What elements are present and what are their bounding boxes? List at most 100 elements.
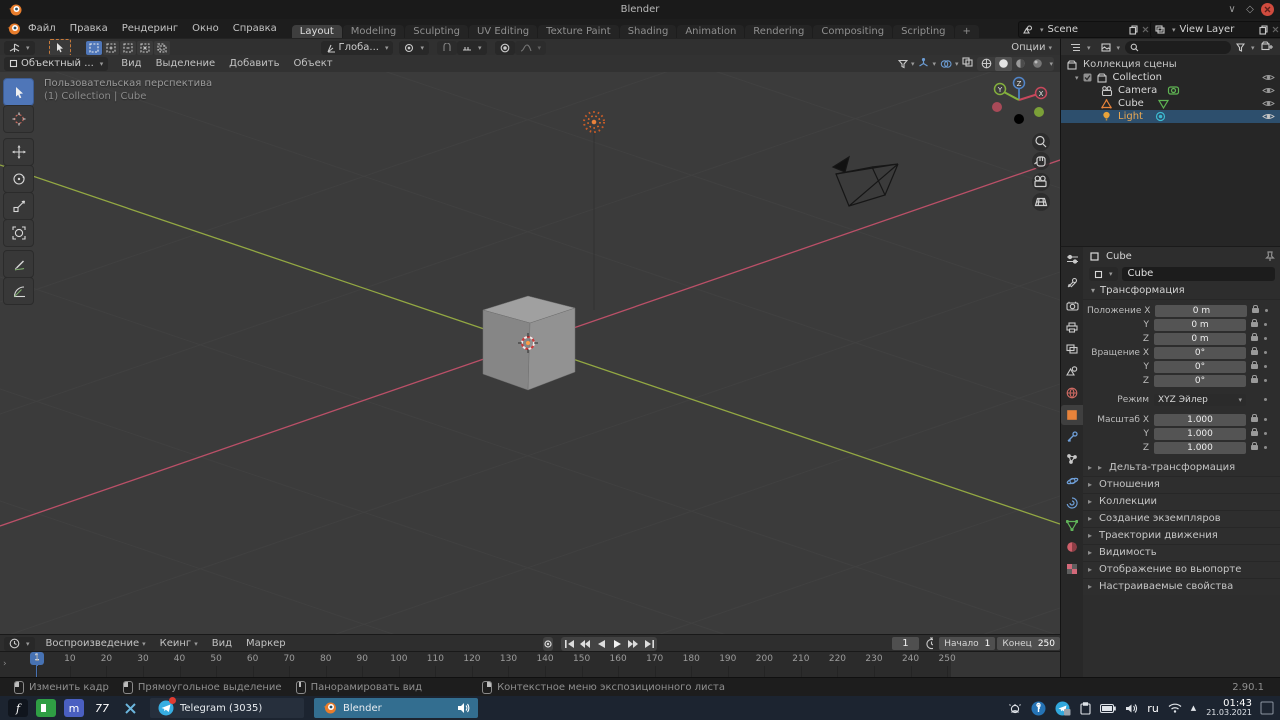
object-name-field[interactable]: Cube	[1121, 267, 1275, 281]
animate-dot[interactable]	[1264, 365, 1267, 368]
outliner-display-mode-dropdown[interactable]: ▾	[1065, 41, 1096, 55]
collapsed-panel-header[interactable]: Отображение во вьюпорте	[1083, 561, 1280, 578]
prev-keyframe-button[interactable]	[577, 637, 593, 651]
close-button[interactable]	[1261, 3, 1274, 16]
proportional-editing-button[interactable]	[494, 40, 515, 55]
animate-dot[interactable]	[1264, 351, 1267, 354]
taskbar-blender-button[interactable]: Blender	[314, 698, 478, 718]
editor-type-button[interactable]: ▾	[4, 40, 35, 55]
next-keyframe-button[interactable]	[625, 637, 641, 651]
timeline-menu-marker[interactable]: Маркер	[239, 638, 293, 649]
property-value-field[interactable]: 1.000	[1154, 427, 1246, 440]
current-frame-field[interactable]: 1	[892, 637, 919, 650]
collapsed-panel-header[interactable]: Создание экземпляров	[1083, 510, 1280, 527]
lock-icon[interactable]	[1251, 375, 1258, 383]
camera-object[interactable]	[831, 155, 899, 207]
lock-icon[interactable]	[1251, 333, 1258, 341]
timeline-editor-type-button[interactable]: ▾	[4, 636, 35, 651]
options-dropdown[interactable]: Опции ▾	[1011, 42, 1052, 53]
minimize-button[interactable]: ∨	[1225, 4, 1239, 15]
interaction-mode-dropdown[interactable]: Объектный ... ▾	[4, 56, 109, 71]
collapsed-panel-header[interactable]: Коллекции	[1083, 493, 1280, 510]
app-icon-f[interactable]: f	[8, 699, 28, 717]
tab-physics[interactable]	[1061, 471, 1083, 491]
proportional-falloff-dropdown[interactable]: ▾	[514, 40, 547, 55]
tray-clipboard-icon[interactable]	[1080, 701, 1091, 715]
tray-alarm-icon[interactable]	[1008, 702, 1022, 715]
new-view-layer-icon[interactable]	[1259, 24, 1268, 35]
property-value-field[interactable]: 0°	[1154, 346, 1246, 359]
panel-expand-arrow[interactable]: ›	[3, 659, 7, 669]
overlays-dropdown[interactable]: ▾	[940, 59, 958, 69]
lock-icon[interactable]	[1251, 347, 1258, 355]
maximize-button[interactable]: ◇	[1243, 4, 1257, 15]
tool-move[interactable]	[3, 138, 34, 166]
collection-checkbox[interactable]	[1083, 73, 1092, 82]
tray-key-icon[interactable]	[1031, 701, 1046, 716]
animate-dot[interactable]	[1264, 432, 1267, 435]
app-icon-share[interactable]	[120, 699, 140, 717]
lock-icon[interactable]	[1251, 361, 1258, 369]
tab-render[interactable]	[1061, 295, 1083, 315]
pin-icon[interactable]	[1265, 250, 1275, 262]
property-value-field[interactable]: 0°	[1154, 360, 1246, 373]
collapsed-panel-header[interactable]: Настраиваемые свойства	[1083, 578, 1280, 595]
taskbar-telegram-button[interactable]: Telegram (3035)	[150, 697, 304, 718]
timeline-menu-playback[interactable]: Воспроизведение ▾	[39, 638, 153, 649]
animate-dot[interactable]	[1264, 398, 1267, 401]
blender-menu-logo-icon[interactable]	[6, 22, 21, 36]
tab-modeling[interactable]: Modeling	[342, 25, 405, 38]
collapsed-panel-header[interactable]: Траектории движения	[1083, 527, 1280, 544]
zoom-button[interactable]	[1032, 133, 1050, 151]
outliner-cube-row[interactable]: Cube	[1061, 97, 1280, 110]
property-value-field[interactable]: 0°	[1154, 374, 1246, 387]
lock-icon[interactable]	[1251, 428, 1258, 436]
timeline-ruler[interactable]: › 1 1 10 20 30 40 50 60 70 80 90 100 110 120 130 140 15…	[0, 651, 1060, 678]
tab-sculpting[interactable]: Sculpting	[405, 25, 468, 38]
timeline-menu-keying[interactable]: Кеинг ▾	[153, 638, 205, 649]
transform-panel-header[interactable]: Трансформация	[1083, 283, 1280, 300]
tool-rotate[interactable]	[3, 165, 34, 193]
lock-icon[interactable]	[1252, 305, 1260, 313]
object-id-dropdown[interactable]: ▾	[1089, 267, 1118, 281]
tool-cursor[interactable]	[3, 105, 34, 133]
xray-toggle-button[interactable]	[962, 57, 974, 70]
show-desktop-button[interactable]	[1260, 701, 1274, 715]
tab-compositing[interactable]: Compositing	[813, 25, 893, 38]
outliner-collection-row[interactable]: ▾ Collection	[1061, 71, 1280, 84]
frame-start-field[interactable]: Начало 1	[939, 637, 996, 650]
tab-view-layer[interactable]	[1061, 339, 1083, 359]
property-value-field[interactable]: 1.000	[1154, 441, 1246, 454]
new-scene-icon[interactable]	[1129, 24, 1138, 35]
tool-measure[interactable]	[3, 277, 34, 305]
menu-edit[interactable]: Правка	[63, 23, 115, 34]
tab-output[interactable]	[1061, 317, 1083, 337]
menu-file[interactable]: Файл	[21, 23, 63, 34]
tab-object-data[interactable]	[1061, 515, 1083, 535]
keyboard-layout-indicator[interactable]: ru	[1147, 702, 1159, 715]
menu-render[interactable]: Рендеринг	[115, 23, 185, 34]
tray-battery-icon[interactable]	[1100, 703, 1117, 713]
jump-to-end-button[interactable]	[641, 637, 657, 651]
viewport-nav-buttons[interactable]	[1032, 133, 1050, 211]
taskbar-clock[interactable]: 01:43 21.03.2021	[1206, 698, 1252, 718]
select-mode-invert-button[interactable]	[136, 40, 153, 55]
jump-to-start-button[interactable]	[561, 637, 577, 651]
outliner-filter-dropdown[interactable]: ▾	[1231, 41, 1260, 55]
rotation-mode-dropdown[interactable]: XYZ Эйлер ▾	[1154, 393, 1246, 406]
tray-volume-icon[interactable]	[1125, 703, 1138, 714]
viewport-menu-object[interactable]: Объект	[286, 58, 339, 69]
select-mode-set-button[interactable]	[85, 40, 102, 55]
editor-type-properties-button[interactable]	[1061, 249, 1083, 269]
animate-dot[interactable]	[1264, 337, 1267, 340]
lock-icon[interactable]	[1251, 414, 1258, 422]
outliner-root-row[interactable]: Коллекция сцены	[1061, 58, 1280, 71]
tray-wifi-icon[interactable]	[1168, 703, 1182, 713]
tab-shading[interactable]: Shading	[619, 25, 677, 38]
menu-window[interactable]: Окно	[185, 23, 226, 34]
shading-material-button[interactable]	[1012, 57, 1029, 71]
shading-rendered-button[interactable]	[1029, 57, 1046, 71]
select-mode-extend-button[interactable]	[102, 40, 119, 55]
menu-help[interactable]: Справка	[226, 23, 284, 34]
tab-animation[interactable]: Animation	[677, 25, 745, 38]
